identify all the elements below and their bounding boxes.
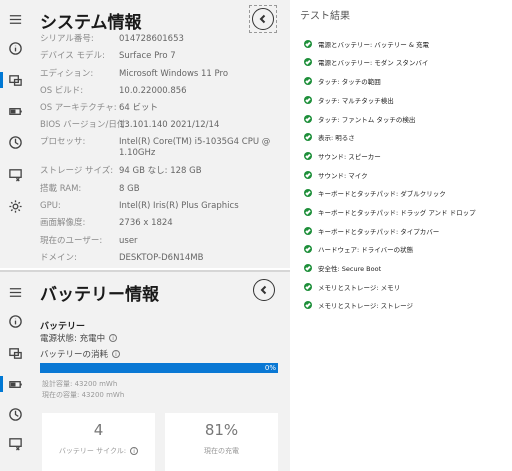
result-item: 電源とバッテリー: バッテリー & 充電 xyxy=(304,38,429,50)
check-circle-icon xyxy=(304,77,312,85)
cycle-count: 4 xyxy=(93,421,104,439)
clock-icon[interactable] xyxy=(0,131,30,153)
back-arrow-icon xyxy=(259,14,266,24)
check-circle-icon xyxy=(304,58,312,66)
nav-rail xyxy=(0,272,30,471)
info-icon[interactable]: i xyxy=(109,334,118,342)
charge-value: 81% xyxy=(204,421,239,439)
result-item: キーボードとタッチパッド: タイプカバー xyxy=(304,225,439,237)
nav-rail xyxy=(0,0,30,268)
check-circle-icon xyxy=(304,208,312,216)
test-results-title: テスト結果 xyxy=(300,11,350,22)
battery-section-heading: バッテリー xyxy=(40,322,86,332)
check-circle-icon xyxy=(304,152,312,160)
check-circle-icon xyxy=(304,133,312,141)
charge-label: 現在の充電 xyxy=(204,447,239,455)
result-item: 電源とバッテリー: モダン スタンバイ xyxy=(304,56,428,68)
full-capacity: 現在の容量: 43200 mWh xyxy=(42,391,125,399)
display-icon[interactable] xyxy=(0,432,30,454)
devices-icon[interactable] xyxy=(0,69,30,91)
battery-icon[interactable] xyxy=(0,100,30,122)
result-item: サウンド: スピーカー xyxy=(304,150,381,162)
current-charge-card: 81% 現在の充電 xyxy=(165,413,278,471)
check-circle-icon xyxy=(304,40,312,48)
hamburger-icon[interactable] xyxy=(0,8,30,30)
check-circle-icon xyxy=(304,171,312,179)
gear-icon[interactable] xyxy=(0,195,30,217)
check-circle-icon xyxy=(304,115,312,123)
result-item: タッチ: ファントム タッチの検出 xyxy=(304,113,415,125)
result-item: 安全性: Secure Boot xyxy=(304,262,381,274)
battery-wear-progress: 0% xyxy=(40,363,278,373)
info-icon[interactable] xyxy=(0,37,30,59)
battery-wear-value: 0% xyxy=(264,364,276,372)
check-circle-icon xyxy=(304,96,312,104)
system-info-panel: システム情報 シリアル番号: 014728601653 デバイス モデル: Su… xyxy=(0,0,290,268)
power-state: 電源状態: 充電中 i xyxy=(40,332,118,344)
check-circle-icon xyxy=(304,189,312,197)
check-circle-icon xyxy=(304,301,312,309)
battery-icon[interactable] xyxy=(0,373,30,395)
battery-info-title: バッテリー情報 xyxy=(40,285,159,305)
system-back-focus xyxy=(249,5,277,33)
devices-icon[interactable] xyxy=(0,342,30,364)
result-item: タッチ: タッチの範囲 xyxy=(304,75,381,87)
display-icon[interactable] xyxy=(0,163,30,185)
result-item: メモリとストレージ: ストレージ xyxy=(304,299,413,311)
check-circle-icon xyxy=(304,264,312,272)
check-circle-icon xyxy=(304,245,312,253)
cycle-label: バッテリー サイクル: xyxy=(58,447,127,455)
back-button[interactable] xyxy=(252,8,274,30)
info-icon[interactable]: i xyxy=(130,447,139,455)
result-item: サウンド: マイク xyxy=(304,169,368,181)
result-item: ハードウェア: ドライバーの状態 xyxy=(304,243,413,255)
result-item: キーボードとタッチパッド: ドラッグ アンド ドロップ xyxy=(304,206,476,218)
result-item: メモリとストレージ: メモリ xyxy=(304,281,400,293)
info-icon[interactable] xyxy=(0,310,30,332)
back-arrow-icon xyxy=(260,285,267,295)
back-button[interactable] xyxy=(253,279,275,301)
design-capacity: 設計容量: 43200 mWh xyxy=(42,380,118,388)
check-circle-icon xyxy=(304,283,312,291)
check-circle-icon xyxy=(304,227,312,235)
hamburger-icon[interactable] xyxy=(0,281,30,303)
result-item: タッチ: マルチタッチ検出 xyxy=(304,94,394,106)
battery-cycle-card: 4 バッテリー サイクル: i xyxy=(42,413,155,471)
info-icon[interactable]: i xyxy=(112,350,121,358)
result-item: 表示: 明るさ xyxy=(304,131,355,143)
result-item: キーボードとタッチパッド: ダブルクリック xyxy=(304,187,446,199)
system-info-title: システム情報 xyxy=(40,13,142,33)
battery-wear-label: バッテリーの消耗 i xyxy=(40,348,121,360)
clock-icon[interactable] xyxy=(0,403,30,425)
